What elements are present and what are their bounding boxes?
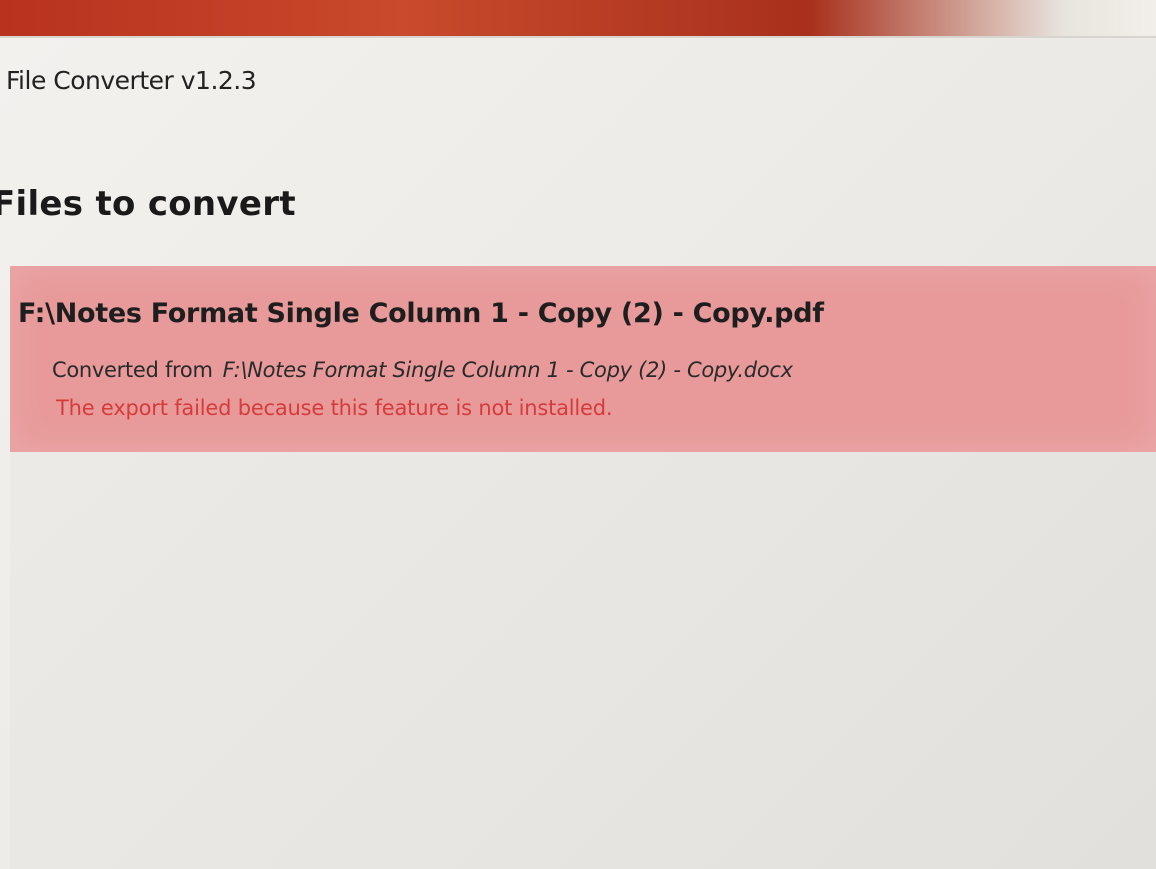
- list-item[interactable]: F:\Notes Format Single Column 1 - Copy (…: [10, 266, 1156, 452]
- error-message: The export failed because this feature i…: [56, 396, 613, 420]
- title-bar[interactable]: File Converter v1.2.3: [0, 38, 1156, 128]
- app-window: File Converter v1.2.3 Files to convert F…: [0, 36, 1156, 869]
- window-title: File Converter v1.2.3: [6, 66, 257, 95]
- page-title: Files to convert: [0, 184, 296, 224]
- source-file-line: Converted from F:\Notes Format Single Col…: [52, 358, 793, 382]
- source-file-path: F:\Notes Format Single Column 1 - Copy (…: [222, 358, 793, 382]
- output-file-path: F:\Notes Format Single Column 1 - Copy (…: [18, 298, 824, 329]
- file-list-empty-area: [10, 452, 1156, 869]
- desktop-background-top: [0, 0, 1156, 40]
- converted-from-label: Converted from: [52, 358, 213, 382]
